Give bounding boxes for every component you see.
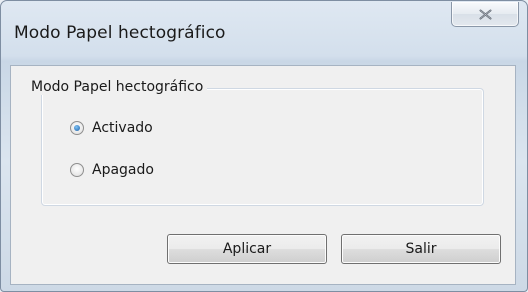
close-button[interactable] [451, 2, 519, 27]
radio-label-activado[interactable]: Activado [92, 120, 153, 136]
radio-option-apagado[interactable]: Apagado [70, 162, 154, 178]
radio-button-checked[interactable] [70, 121, 84, 135]
exit-button[interactable]: Salir [341, 234, 501, 264]
dialog-window: Modo Papel hectográfico Modo Papel hecto… [0, 0, 528, 292]
radio-button-unchecked[interactable] [70, 163, 84, 177]
apply-button[interactable]: Aplicar [167, 234, 327, 264]
radio-label-apagado[interactable]: Apagado [92, 162, 154, 178]
groupbox-legend: Modo Papel hectográfico [27, 79, 208, 95]
close-x-icon [479, 9, 492, 20]
window-title: Modo Papel hectográfico [14, 23, 226, 43]
mode-groupbox [41, 88, 484, 206]
radio-option-activado[interactable]: Activado [70, 120, 153, 136]
dialog-client-area: Modo Papel hectográfico Activado Apagado… [10, 65, 516, 285]
title-bar[interactable]: Modo Papel hectográfico [1, 1, 527, 65]
